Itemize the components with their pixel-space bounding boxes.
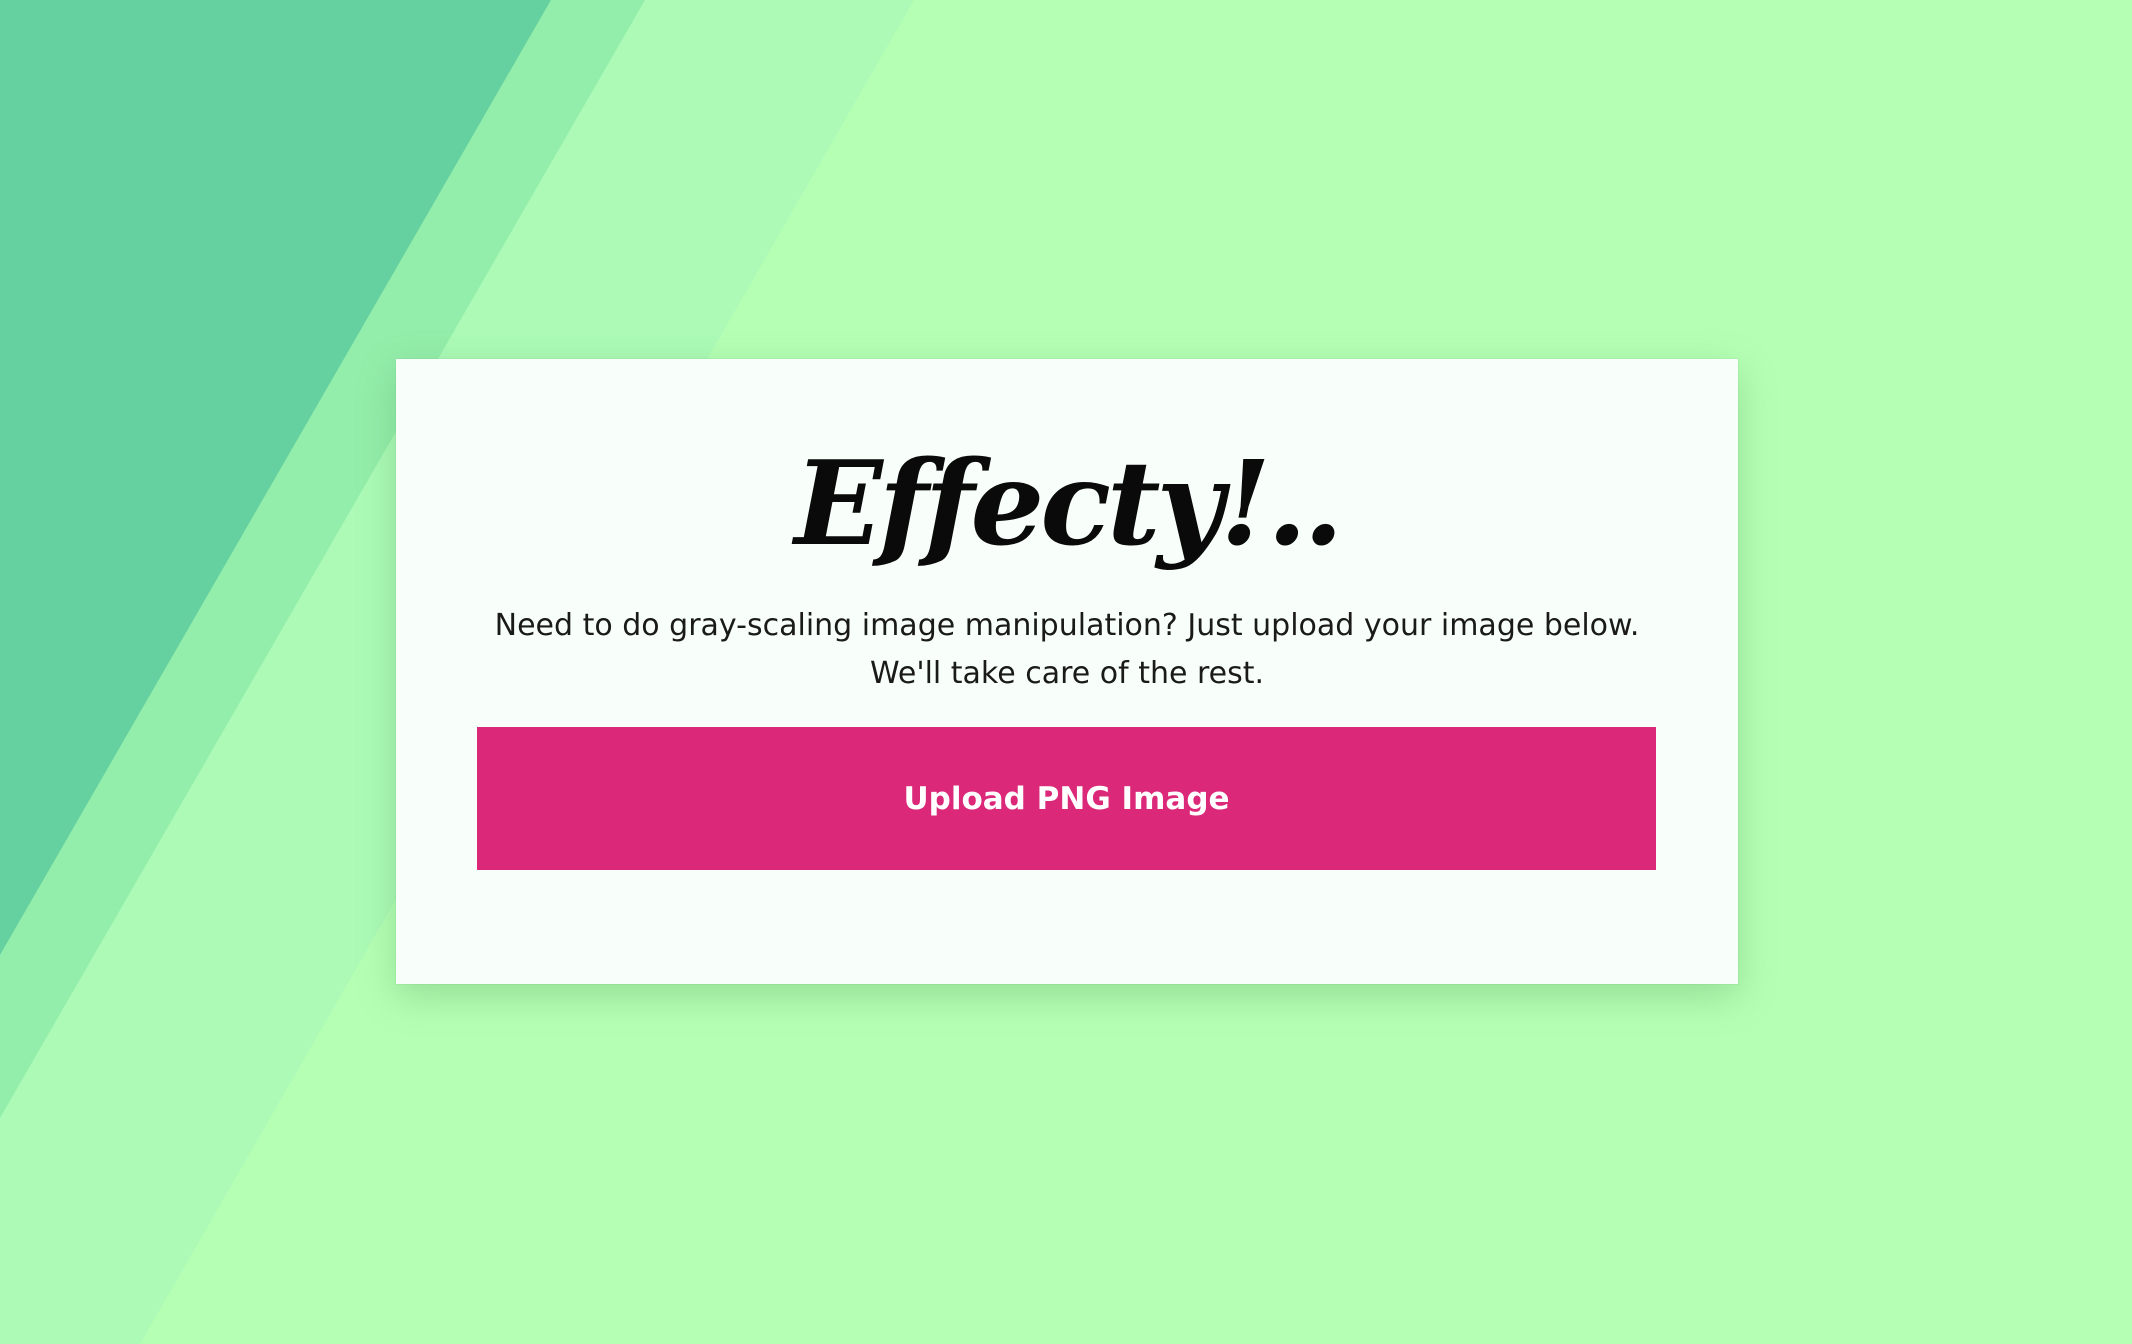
app-description: Need to do gray-scaling image manipulati…: [494, 608, 1640, 691]
upload-card: Effecty!.. Need to do gray-scaling image…: [396, 359, 1738, 984]
upload-png-button[interactable]: Upload PNG Image: [477, 727, 1656, 870]
app-logo: Effecty!..: [794, 436, 1343, 572]
